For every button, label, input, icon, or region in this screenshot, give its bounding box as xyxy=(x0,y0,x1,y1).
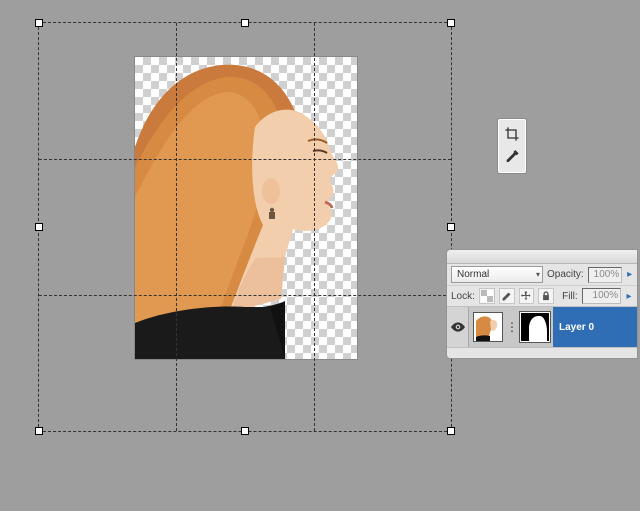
lock-transparency-button[interactable] xyxy=(479,288,495,304)
fill-label: Fill: xyxy=(562,291,578,302)
layer-list: ⋮ Layer 0 xyxy=(447,306,637,348)
crop-guide-horizontal xyxy=(39,159,451,160)
crop-guide-horizontal xyxy=(39,295,451,296)
crop-handle[interactable] xyxy=(447,19,455,27)
blend-mode-select[interactable]: Normal ▾ xyxy=(451,266,543,283)
layer-thumbnail[interactable] xyxy=(473,312,503,342)
blend-opacity-row: Normal ▾ Opacity: 100% ▸ xyxy=(447,264,637,285)
toolbox[interactable] xyxy=(497,118,527,174)
layer-mask-thumbnail[interactable] xyxy=(520,312,550,342)
crop-handle[interactable] xyxy=(35,223,43,231)
layer-row[interactable]: ⋮ Layer 0 xyxy=(447,307,637,347)
layers-panel[interactable]: Normal ▾ Opacity: 100% ▸ Lock: Fill: 100… xyxy=(446,249,638,359)
lock-all-button[interactable] xyxy=(538,288,554,304)
crop-guide-vertical xyxy=(176,23,177,431)
chevron-down-icon: ▾ xyxy=(536,270,540,279)
lock-pixels-button[interactable] xyxy=(499,288,515,304)
layer-name[interactable]: Layer 0 xyxy=(553,307,637,347)
crop-handle[interactable] xyxy=(35,427,43,435)
crop-marquee[interactable] xyxy=(38,22,452,432)
eyedropper-tool-icon[interactable] xyxy=(501,147,523,169)
fill-field[interactable]: 100% xyxy=(582,288,621,304)
crop-handle[interactable] xyxy=(241,427,249,435)
visibility-toggle[interactable] xyxy=(447,307,469,347)
crop-handle[interactable] xyxy=(241,19,249,27)
crop-handle[interactable] xyxy=(447,427,455,435)
crop-handle[interactable] xyxy=(447,223,455,231)
panel-tabs[interactable] xyxy=(447,250,637,264)
crop-handle[interactable] xyxy=(35,19,43,27)
lock-label: Lock: xyxy=(451,291,475,302)
opacity-flyout-icon[interactable]: ▸ xyxy=(626,269,633,280)
fill-flyout-icon[interactable]: ▸ xyxy=(625,291,633,302)
opacity-label: Opacity: xyxy=(547,269,584,280)
lock-fill-row: Lock: Fill: 100% ▸ xyxy=(447,285,637,306)
lock-position-button[interactable] xyxy=(519,288,535,304)
crop-guide-vertical xyxy=(314,23,315,431)
opacity-field[interactable]: 100% xyxy=(588,267,623,283)
blend-mode-value: Normal xyxy=(457,269,489,280)
crop-tool-icon[interactable] xyxy=(501,123,523,145)
mask-link-icon[interactable]: ⋮ xyxy=(506,320,516,334)
